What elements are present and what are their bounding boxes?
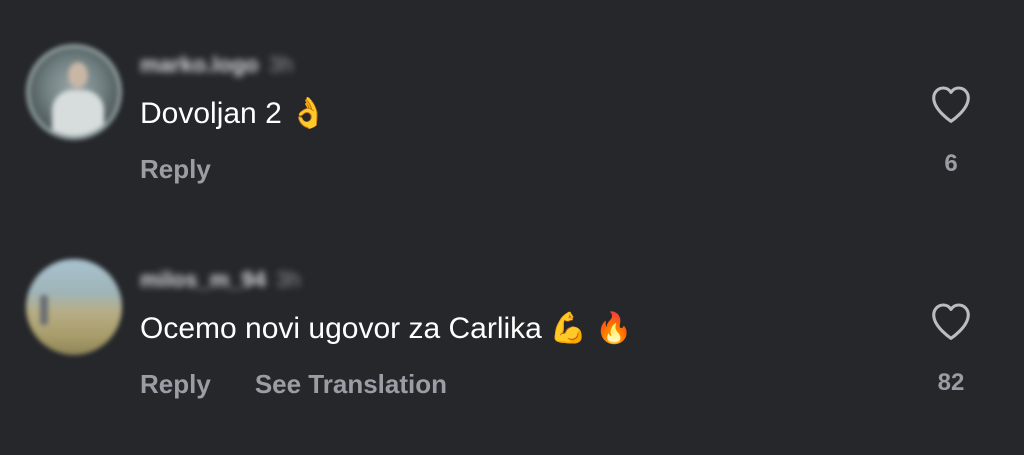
- username-text[interactable]: milos_m_94: [140, 267, 266, 292]
- comment-timestamp: 3h: [268, 52, 294, 77]
- comment-timestamp: 3h: [275, 267, 301, 292]
- comment-actions: Reply: [140, 154, 255, 185]
- username-text[interactable]: marko.logo: [140, 52, 259, 77]
- reply-button[interactable]: Reply: [140, 369, 211, 400]
- avatar-head: [68, 62, 88, 88]
- heart-outline-icon[interactable]: [929, 84, 973, 124]
- comment-username[interactable]: marko.logo 3h: [140, 52, 293, 78]
- comments-list: marko.logo 3h Dovoljan 2 👌 Reply 6 milos_m…: [0, 0, 1024, 455]
- avatar-figure: [40, 295, 48, 325]
- comment-body: Ocemo novi ugovor za Carlika: [140, 312, 542, 345]
- like-control: 6: [926, 84, 976, 177]
- avatar[interactable]: [26, 44, 122, 140]
- avatar-body: [52, 90, 104, 136]
- flexed-biceps-emoji: 💪: [549, 311, 588, 346]
- comment-username[interactable]: milos_m_94 3h: [140, 267, 300, 293]
- comment-body: Dovoljan 2: [140, 97, 282, 130]
- like-count: 6: [944, 150, 958, 177]
- comment-item: marko.logo 3h Dovoljan 2 👌 Reply 6: [0, 0, 1024, 215]
- ok-hand-emoji: 👌: [289, 96, 328, 131]
- comment-text: Ocemo novi ugovor za Carlika 💪 🔥: [140, 311, 633, 346]
- avatar[interactable]: [26, 259, 122, 355]
- see-translation-button[interactable]: See Translation: [255, 369, 447, 400]
- comment-actions: Reply See Translation: [140, 369, 491, 400]
- reply-button[interactable]: Reply: [140, 154, 211, 185]
- fire-emoji: 🔥: [595, 311, 633, 346]
- like-control: 82: [926, 301, 976, 396]
- comment-item: milos_m_94 3h Ocemo novi ugovor za Carlik…: [0, 215, 1024, 455]
- comment-text: Dovoljan 2 👌: [140, 96, 327, 131]
- like-count: 82: [937, 369, 965, 396]
- heart-outline-icon[interactable]: [929, 301, 973, 341]
